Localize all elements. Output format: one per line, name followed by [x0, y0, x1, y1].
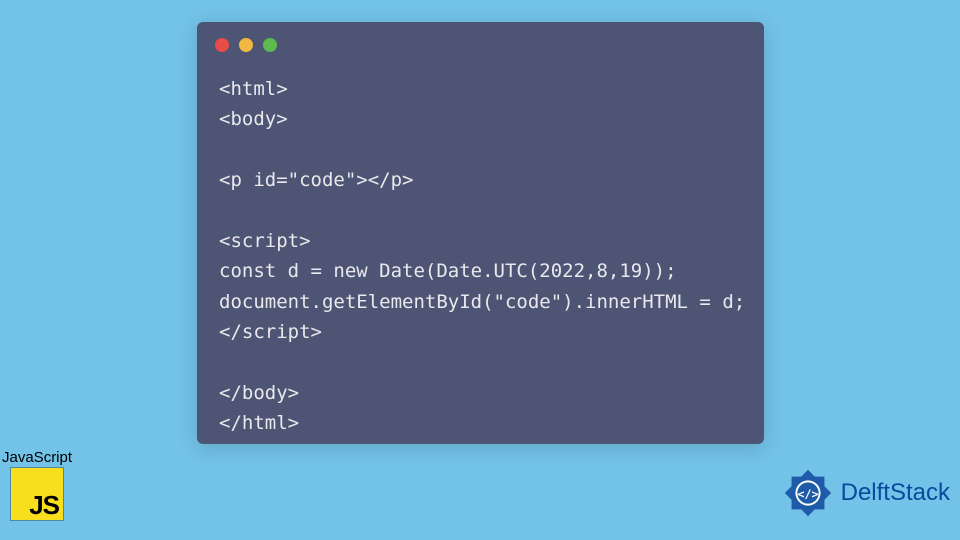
minimize-icon — [239, 38, 253, 52]
javascript-badge: JavaScript JS — [2, 449, 72, 520]
maximize-icon — [263, 38, 277, 52]
js-logo-text: JS — [29, 492, 59, 518]
js-logo-icon: JS — [11, 468, 63, 520]
window-controls — [197, 22, 764, 60]
delftstack-text: DelftStack — [841, 479, 950, 507]
close-icon — [215, 38, 229, 52]
js-label: JavaScript — [2, 449, 72, 466]
delftstack-logo-icon: </> — [779, 464, 837, 522]
svg-text:</>: </> — [797, 487, 818, 501]
code-window: <html> <body> <p id="code"></p> <script>… — [197, 22, 764, 444]
code-content: <html> <body> <p id="code"></p> <script>… — [197, 60, 764, 453]
delftstack-badge: </> DelftStack — [779, 464, 950, 522]
